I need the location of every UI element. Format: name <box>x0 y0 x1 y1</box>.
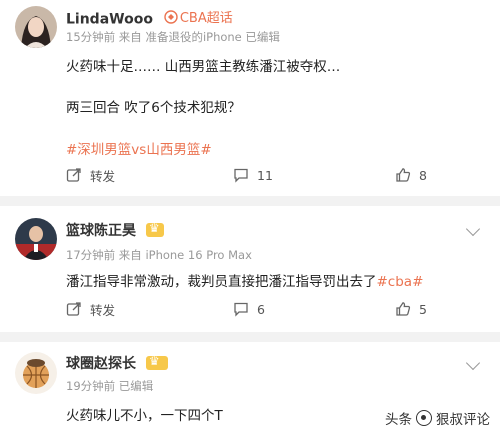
hashtag-link[interactable]: #cba# <box>377 274 424 290</box>
avatar[interactable] <box>15 352 57 394</box>
user-name[interactable]: 球圈赵探长 <box>66 353 168 373</box>
like-count: 8 <box>419 167 427 183</box>
comment-icon <box>234 302 248 317</box>
avatar[interactable] <box>15 6 57 48</box>
diamond-icon <box>164 9 178 24</box>
comment-button[interactable]: 11 <box>233 160 273 190</box>
vip-crown-icon <box>145 354 168 370</box>
at-icon <box>416 410 432 426</box>
comment-count: 6 <box>257 301 265 317</box>
chevron-down-icon[interactable] <box>465 221 481 237</box>
post-meta: 17分钟前 来自 iPhone 16 Pro Max <box>66 248 252 262</box>
like-button[interactable]: 5 <box>395 294 427 324</box>
post-2: 篮球陈正昊 17分钟前 来自 iPhone 16 Pro Max 潘江指导非常激… <box>0 206 500 332</box>
share-button[interactable]: 转发 <box>66 160 115 190</box>
user-name[interactable]: 篮球陈正昊 <box>66 220 164 240</box>
post-text-line: 火药味十足…… 山西男篮主教练潘江被夺权… <box>66 59 341 75</box>
section-divider <box>0 196 500 206</box>
post-text-line: 两三回合 吹了6个技术犯规？ <box>66 100 241 116</box>
comment-icon <box>234 168 248 183</box>
like-count: 5 <box>419 301 427 317</box>
post-text: 火药味儿不小，一下四个T <box>66 408 223 424</box>
chevron-down-icon[interactable] <box>465 355 481 371</box>
watermark: 头条 狠叔评论 <box>385 410 490 428</box>
thumbs-up-icon <box>396 168 411 182</box>
user-name[interactable]: LindaWooo CBA超话 <box>66 7 233 28</box>
share-icon <box>66 168 81 182</box>
vip-crown-icon <box>145 221 164 237</box>
comment-count: 11 <box>257 167 273 183</box>
share-icon <box>66 302 81 316</box>
post-actions: 转发 6 5 <box>0 294 500 324</box>
post-1: LindaWooo CBA超话 15分钟前 来自 准备退役的iPhone 已编辑… <box>0 0 500 196</box>
share-button[interactable]: 转发 <box>66 294 115 324</box>
avatar[interactable] <box>15 218 57 260</box>
post-actions: 转发 11 8 <box>0 160 500 190</box>
post-meta: 19分钟前 已编辑 <box>66 379 154 393</box>
section-divider <box>0 332 500 342</box>
cba-badge[interactable]: CBA超话 <box>164 7 233 26</box>
hashtag-link[interactable]: #深圳男篮vs山西男篮# <box>66 138 212 158</box>
thumbs-up-icon <box>396 302 411 316</box>
post-text: 潘江指导非常激动，裁判员直接把潘江指导罚出去了#cba# <box>66 274 424 290</box>
like-button[interactable]: 8 <box>395 160 427 190</box>
post-meta: 15分钟前 来自 准备退役的iPhone 已编辑 <box>66 30 280 44</box>
comment-button[interactable]: 6 <box>233 294 265 324</box>
